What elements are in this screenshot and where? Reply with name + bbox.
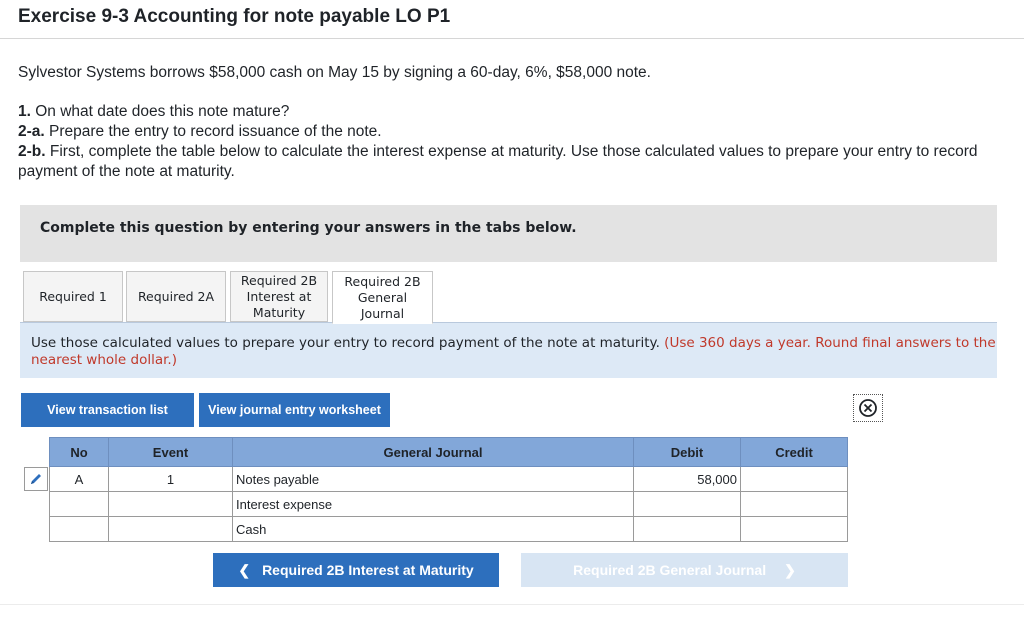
debit-field[interactable]: [633, 516, 741, 542]
debit-field[interactable]: 58,000: [633, 466, 741, 492]
tab-required-2b-journal[interactable]: Required 2B General Journal: [332, 271, 433, 324]
question-number: 1.: [18, 103, 31, 120]
journal-table: No Event General Journal Debit Credit A …: [49, 437, 848, 542]
account-field[interactable]: Notes payable: [232, 466, 634, 492]
row-event: [108, 491, 233, 517]
row-no: [49, 516, 109, 542]
table-row: Interest expense: [49, 491, 848, 517]
divider: [0, 38, 1024, 39]
view-transaction-list-button[interactable]: View transaction list: [21, 393, 194, 427]
question-text: First, complete the table below to calcu…: [18, 143, 978, 180]
next-tab-label: Required 2B General Journal: [573, 562, 767, 578]
journal-header-row: No Event General Journal Debit Credit: [49, 437, 848, 467]
table-row: Cash: [49, 516, 848, 542]
credit-field[interactable]: [740, 516, 848, 542]
banner-text: Complete this question by entering your …: [40, 220, 577, 236]
clear-entry-button[interactable]: [853, 394, 883, 422]
tab-required-2a[interactable]: Required 2A: [126, 271, 226, 322]
question-text: Prepare the entry to record issuance of …: [44, 123, 382, 140]
footer-strip: [0, 604, 1024, 620]
header-debit: Debit: [633, 437, 741, 467]
instruction-banner: Complete this question by entering your …: [20, 205, 997, 262]
header-general-journal: General Journal: [232, 437, 634, 467]
question-list: 1. On what date does this note mature? 2…: [18, 102, 1008, 182]
tab-required-1[interactable]: Required 1: [23, 271, 123, 322]
question-text: On what date does this note mature?: [30, 103, 290, 120]
chevron-left-icon: ❮: [238, 561, 251, 578]
header-event: Event: [108, 437, 233, 467]
debit-field[interactable]: [633, 491, 741, 517]
view-journal-worksheet-button[interactable]: View journal entry worksheet: [199, 393, 390, 427]
header-no: No: [49, 437, 109, 467]
header-credit: Credit: [740, 437, 848, 467]
account-field[interactable]: Cash: [232, 516, 634, 542]
close-circle-icon: [859, 399, 877, 417]
row-no: A: [49, 466, 109, 492]
problem-statement: Sylvestor Systems borrows $58,000 cash o…: [18, 64, 651, 81]
exercise-title: Exercise 9-3 Accounting for note payable…: [18, 6, 451, 27]
tab-required-2b-interest[interactable]: Required 2B Interest at Maturity: [230, 271, 328, 322]
table-row: A 1 Notes payable 58,000: [49, 466, 848, 492]
row-event: 1: [108, 466, 233, 492]
question-number: 2-b.: [18, 143, 46, 160]
question-1: 1. On what date does this note mature?: [18, 102, 1008, 122]
credit-field[interactable]: [740, 466, 848, 492]
instruction-text: Use those calculated values to prepare y…: [31, 335, 665, 351]
next-tab-button[interactable]: Required 2B General Journal ❯: [521, 553, 848, 587]
question-number: 2-a.: [18, 123, 45, 140]
prev-tab-label: Required 2B Interest at Maturity: [262, 562, 474, 578]
row-event: [108, 516, 233, 542]
instruction-box: Use those calculated values to prepare y…: [20, 323, 997, 378]
chevron-right-icon: ❯: [784, 561, 796, 578]
credit-field[interactable]: [740, 491, 848, 517]
prev-tab-button[interactable]: ❮ Required 2B Interest at Maturity: [213, 553, 499, 587]
pencil-icon: [31, 474, 41, 484]
question-2a: 2-a. Prepare the entry to record issuanc…: [18, 122, 1008, 142]
account-field[interactable]: Interest expense: [232, 491, 634, 517]
row-no: [49, 491, 109, 517]
edit-row-button[interactable]: [24, 467, 48, 491]
question-2b: 2-b. First, complete the table below to …: [18, 142, 1008, 182]
